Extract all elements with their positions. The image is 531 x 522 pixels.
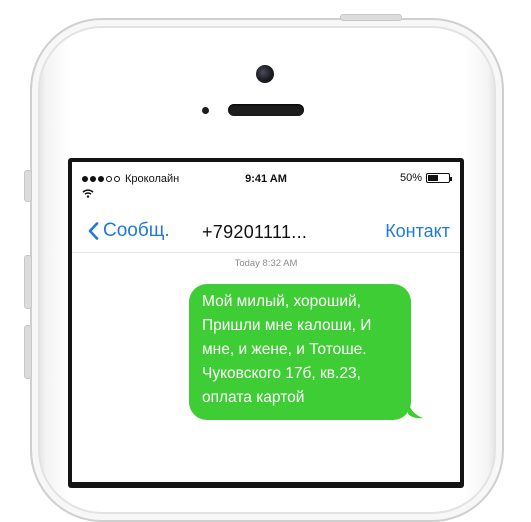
earpiece-speaker: [228, 104, 304, 116]
camera-icon: [256, 65, 274, 83]
battery-icon: [426, 173, 452, 183]
phone-screen: Кроколайн 9:41 AM 50% Сообщ. +79201111..…: [72, 162, 460, 482]
conversation-navbar: Сообщ. +79201111... Контакт: [72, 212, 460, 253]
contact-button[interactable]: Контакт: [385, 221, 450, 242]
power-button: [340, 14, 402, 21]
battery-tip: [450, 177, 452, 181]
mute-switch: [24, 170, 32, 202]
message-line: оплата картой: [202, 389, 305, 406]
volume-up-button: [24, 255, 32, 309]
message-line: Пришли мне калоши, И: [202, 317, 372, 334]
battery-percent: 50%: [399, 172, 422, 184]
battery-indicator: 50%: [399, 172, 452, 184]
message-timestamp: Today 8:32 AM: [234, 258, 298, 269]
volume-down-button: [24, 325, 32, 379]
proximity-sensor: [202, 107, 209, 114]
wifi-icon: [82, 189, 94, 198]
sent-message-bubble[interactable]: Мой милый, хороший, Пришли мне калоши, И…: [189, 284, 411, 420]
message-line: Чуковского 17б, кв.23,: [202, 365, 361, 382]
message-line: Мой милый, хороший,: [202, 293, 361, 310]
conversation-title: +79201111...: [202, 222, 308, 242]
chevron-left-icon: [88, 222, 99, 240]
back-button[interactable]: Сообщ.: [88, 220, 170, 242]
battery-fill: [428, 175, 438, 181]
back-button-label: Сообщ.: [103, 220, 170, 241]
message-line: мне, и жене, и Тотоше.: [202, 341, 367, 358]
status-bar: Кроколайн 9:41 AM 50%: [72, 162, 460, 202]
message-bubble-tail: [408, 400, 423, 419]
